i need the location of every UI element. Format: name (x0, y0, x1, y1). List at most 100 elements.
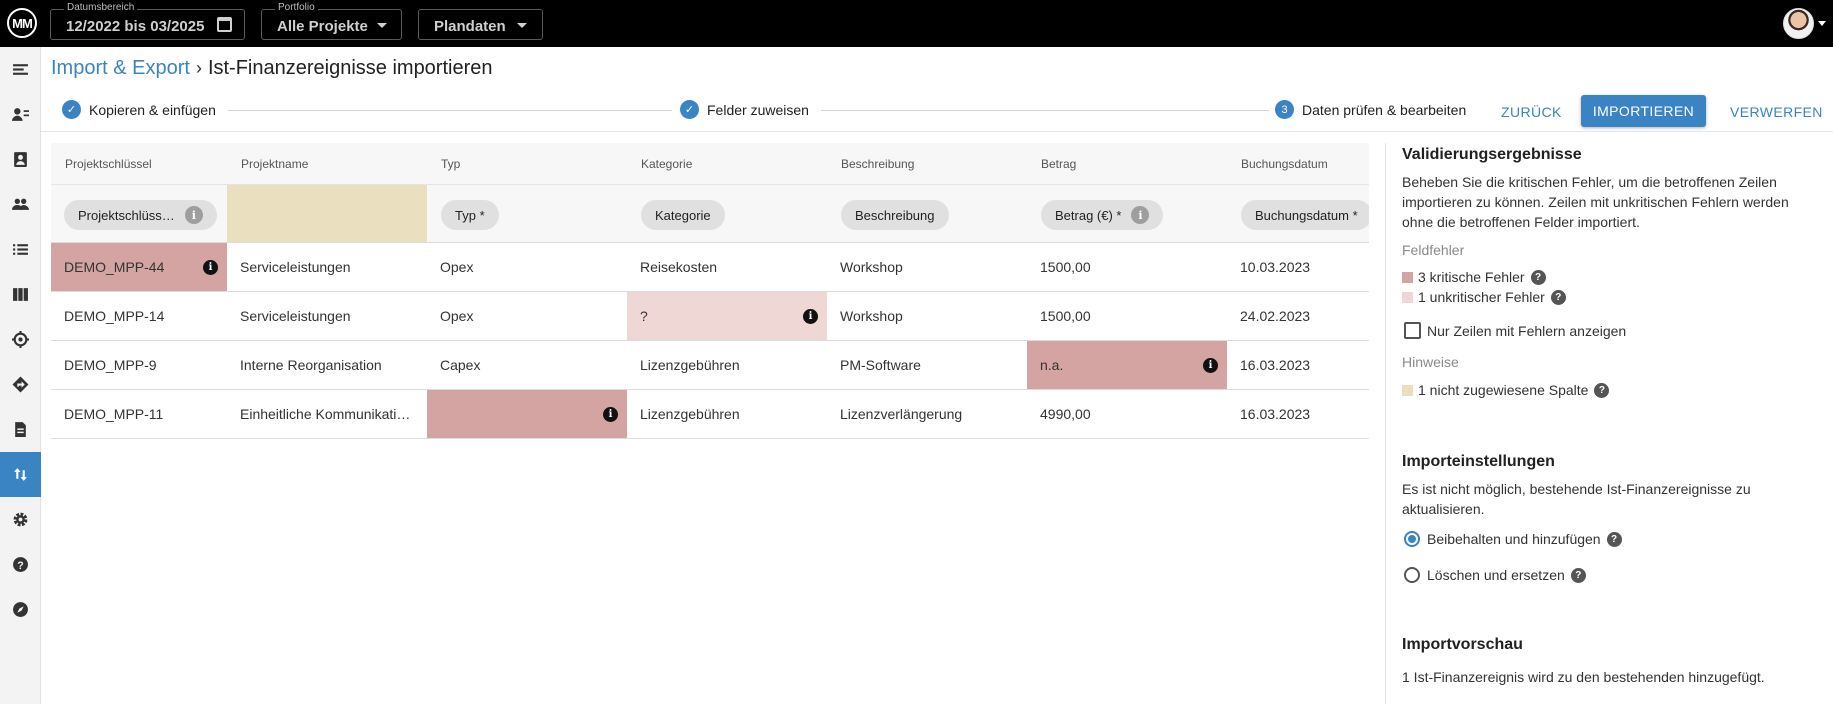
app-logo[interactable]: MM (7, 8, 37, 38)
table-cell-warning[interactable]: ? i (627, 292, 827, 340)
keep-and-add-radio[interactable] (1404, 531, 1420, 547)
import-button[interactable]: IMPORTIEREN (1581, 95, 1706, 127)
sidebar-item-roadmap[interactable] (0, 362, 41, 407)
table-row[interactable]: DEMO_MPP-44 i Serviceleistungen Opex Rei… (51, 243, 1369, 292)
mapping-chip-amount[interactable]: Betrag (€) * i (1041, 200, 1164, 230)
table-cell[interactable]: Lizenzverlängerung (827, 390, 1027, 438)
table-cell[interactable]: PM-Software (827, 341, 1027, 389)
mapping-chip-type[interactable]: Typ * (441, 200, 499, 230)
step-assign-fields[interactable]: ✓ Felder zuweisen (680, 100, 809, 119)
table-cell[interactable]: 1500,00 (1027, 243, 1227, 291)
table-cell[interactable]: Lizenzgebühren (627, 341, 827, 389)
sidebar-item-list[interactable] (0, 227, 41, 272)
user-avatar[interactable] (1783, 8, 1814, 39)
noncritical-errors-legend: 1 unkritischer Fehler ? (1402, 289, 1566, 305)
info-icon[interactable]: i (1131, 206, 1150, 224)
field-mapping-row: Projektschlüss… i Typ * Kategorie Beschr… (51, 185, 1369, 243)
cell-value: ? (640, 308, 648, 324)
table-cell[interactable]: 24.02.2023 (1227, 292, 1369, 340)
table-row[interactable]: DEMO_MPP-14 Serviceleistungen Opex ? i W… (51, 292, 1369, 341)
table-cell[interactable]: Opex (427, 243, 627, 291)
mapping-chip-description[interactable]: Beschreibung (841, 200, 949, 230)
team-icon (12, 198, 29, 210)
sidebar-item-documents[interactable] (0, 407, 41, 452)
table-cell[interactable]: Lizenzgebühren (627, 390, 827, 438)
only-errors-checkbox[interactable] (1404, 322, 1421, 339)
table-cell[interactable]: 10.03.2023 (1227, 243, 1369, 291)
info-icon[interactable]: i (1203, 358, 1218, 373)
sidebar-menu-toggle[interactable] (0, 47, 41, 92)
table-cell[interactable]: Workshop (827, 292, 1027, 340)
sidebar-item-contacts[interactable] (0, 137, 41, 182)
discard-button[interactable]: VERWERFEN (1730, 97, 1823, 127)
table-cell[interactable]: Interne Reorganisation (227, 341, 427, 389)
step-copy-paste[interactable]: ✓ Kopieren & einfügen (62, 100, 216, 119)
only-errors-label[interactable]: Nur Zeilen mit Fehlern anzeigen (1427, 323, 1626, 339)
table-cell[interactable]: Serviceleistungen (227, 292, 427, 340)
table-cell[interactable]: Serviceleistungen (227, 243, 427, 291)
help-icon[interactable]: ? (1550, 289, 1566, 305)
back-button[interactable]: ZURÜCK (1501, 97, 1562, 127)
calendar-icon[interactable] (217, 17, 232, 32)
help-icon[interactable]: ? (1530, 269, 1546, 285)
table-cell-error[interactable]: DEMO_MPP-44 i (51, 243, 227, 291)
mapping-chip-project-key[interactable]: Projektschlüss… i (64, 200, 217, 230)
info-icon[interactable]: i (803, 309, 818, 324)
sidebar-item-board[interactable] (0, 272, 41, 317)
table-cell[interactable]: 16.03.2023 (1227, 341, 1369, 389)
table-cell[interactable]: Opex (427, 292, 627, 340)
date-range-select[interactable]: Datumsbereich 12/2022 bis 03/2025 (50, 2, 245, 40)
table-cell[interactable]: DEMO_MPP-9 (51, 341, 227, 389)
info-icon[interactable]: i (203, 260, 218, 275)
plan-data-value: Plandaten (434, 18, 506, 35)
sidebar-item-import-export[interactable] (0, 452, 41, 497)
table-cell[interactable]: 4990,00 (1027, 390, 1227, 438)
table-cell-error[interactable]: n.a. i (1027, 341, 1227, 389)
step-label: Felder zuweisen (707, 101, 809, 118)
list-icon (13, 244, 28, 255)
table-cell[interactable]: Einheitliche Kommunikati… (227, 390, 427, 438)
sidebar-item-teams[interactable] (0, 182, 41, 227)
column-header: Betrag (1041, 157, 1077, 171)
keep-and-add-option[interactable]: Beibehalten und hinzufügen ? (1427, 531, 1622, 547)
table-cell[interactable]: Workshop (827, 243, 1027, 291)
table-cell[interactable]: DEMO_MPP-11 (51, 390, 227, 438)
table-cell[interactable]: DEMO_MPP-14 (51, 292, 227, 340)
help-icon[interactable]: ? (1594, 382, 1610, 398)
step-label: Kopieren & einfügen (89, 101, 216, 118)
sidebar-item-help[interactable]: ? (0, 542, 41, 587)
table-cell[interactable]: 1500,00 (1027, 292, 1227, 340)
table-cell[interactable]: 16.03.2023 (1227, 390, 1369, 438)
delete-and-replace-option[interactable]: Löschen und ersetzen ? (1427, 567, 1586, 583)
help-icon[interactable]: ? (1570, 567, 1586, 583)
noncritical-swatch (1402, 291, 1413, 303)
mapping-chip-category[interactable]: Kategorie (641, 200, 725, 230)
table-cell[interactable]: Capex (427, 341, 627, 389)
sidebar-item-explore[interactable] (0, 587, 41, 632)
breadcrumb-import-export-link[interactable]: Import & Export (51, 57, 190, 79)
mapping-chip-booking-date[interactable]: Buchungsdatum * (1241, 200, 1369, 230)
info-icon[interactable]: i (184, 206, 203, 224)
menu-icon (13, 64, 28, 75)
sidebar-item-users[interactable] (0, 92, 41, 137)
portfolio-select[interactable]: Portfolio Alle Projekte (261, 2, 402, 40)
sidebar-item-target[interactable] (0, 317, 41, 362)
import-preview-text: 1 Ist-Finanzereignis wird zu den bestehe… (1402, 669, 1765, 685)
plan-data-select[interactable]: Plandaten (418, 9, 543, 40)
column-header: Projektname (241, 157, 309, 171)
table-row[interactable]: DEMO_MPP-11 Einheitliche Kommunikati… i … (51, 390, 1369, 439)
board-icon (13, 288, 28, 301)
info-icon[interactable]: i (603, 407, 618, 422)
top-bar: MM Datumsbereich 12/2022 bis 03/2025 Por… (0, 0, 1833, 47)
help-icon[interactable]: ? (1606, 531, 1622, 547)
sidebar-item-settings[interactable] (0, 497, 41, 542)
table-cell[interactable]: Reisekosten (627, 243, 827, 291)
unassigned-column-cell[interactable] (227, 185, 427, 242)
delete-and-replace-radio[interactable] (1404, 567, 1420, 583)
critical-swatch (1402, 271, 1413, 283)
table-row[interactable]: DEMO_MPP-9 Interne Reorganisation Capex … (51, 341, 1369, 390)
step-review-edit[interactable]: 3 Daten prüfen & bearbeiten (1275, 100, 1466, 119)
avatar-menu-chevron-icon[interactable] (1818, 21, 1826, 26)
column-header: Typ (441, 157, 461, 171)
table-cell-error[interactable]: i (427, 390, 627, 438)
